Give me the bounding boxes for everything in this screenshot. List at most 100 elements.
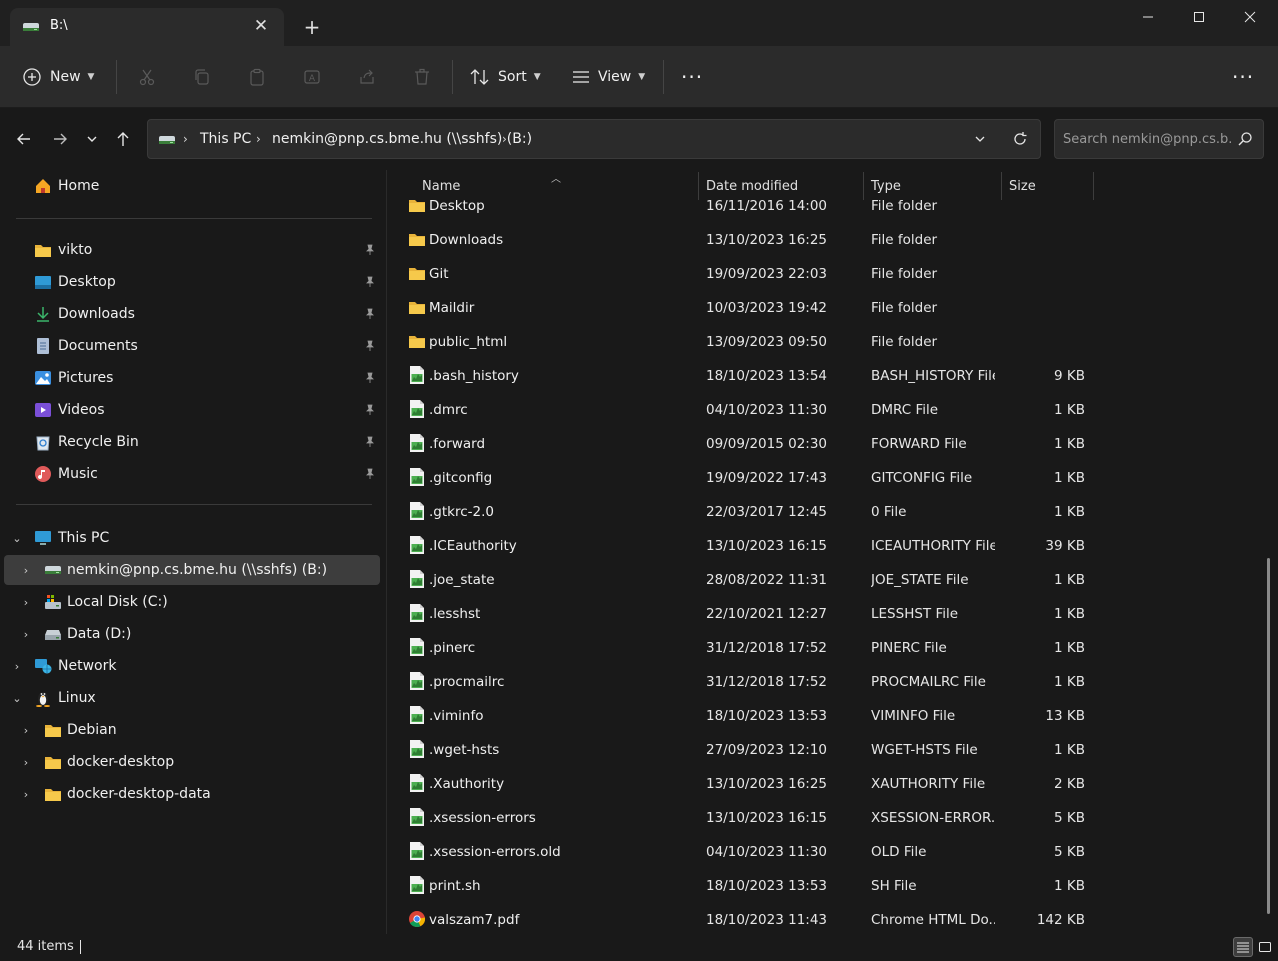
details-more-button[interactable]: ··· xyxy=(1232,46,1254,108)
file-size: 2 KB xyxy=(1054,776,1085,792)
details-view-button[interactable] xyxy=(1233,937,1253,957)
rename-button[interactable]: A xyxy=(300,65,324,89)
file-name: Maildir xyxy=(429,300,475,316)
sidebar-item-data-d[interactable]: › Data (D:) xyxy=(4,619,380,649)
breadcrumb-chevron-icon[interactable]: › xyxy=(502,120,507,158)
breadcrumb-chevron-icon[interactable]: › xyxy=(256,120,261,158)
file-name: .dmrc xyxy=(429,402,468,418)
delete-button[interactable] xyxy=(410,65,434,89)
sidebar-item-downloads[interactable]: Downloads xyxy=(4,299,380,329)
file-type: LESSHST File xyxy=(871,606,959,622)
sidebar-item-recycle-bin[interactable]: Recycle Bin xyxy=(4,427,380,457)
table-row[interactable]: Maildir 10/03/2023 19:42 File folder xyxy=(387,291,1257,325)
address-bar[interactable]: › This PC › nemkin@pnp.cs.bme.hu (\\sshf… xyxy=(147,119,1041,159)
table-row[interactable]: .xsession-errors 13/10/2023 16:15 XSESSION… xyxy=(387,801,1257,835)
table-row[interactable]: .Xauthority 13/10/2023 16:25 XAUTHORITY Fi… xyxy=(387,767,1257,801)
new-tab-button[interactable]: + xyxy=(300,15,324,39)
tiles-view-icon xyxy=(1259,942,1271,952)
sidebar-item-network[interactable]: › Network xyxy=(4,651,380,681)
table-row[interactable]: public_html 13/09/2023 09:50 File folder xyxy=(387,325,1257,359)
table-row[interactable]: .bash_history 18/10/2023 13:54 BASH_HISTOR… xyxy=(387,359,1257,393)
collapsed-chevron-icon[interactable]: › xyxy=(19,788,33,801)
table-row[interactable]: .ICEauthority 13/10/2023 16:15 ICEAUTHORIT… xyxy=(387,529,1257,563)
cut-button[interactable] xyxy=(135,65,159,89)
new-button[interactable]: New ▼ xyxy=(22,46,94,108)
sidebar-item-label: vikto xyxy=(58,242,93,258)
address-history-button[interactable] xyxy=(974,133,986,149)
file-icon xyxy=(407,807,427,827)
collapsed-chevron-icon[interactable]: › xyxy=(19,564,33,577)
share-button[interactable] xyxy=(355,65,379,89)
file-date: 18/10/2023 11:43 xyxy=(706,912,828,928)
tab-current[interactable]: B:\ ✕ xyxy=(10,8,284,46)
breadcrumb-this-pc[interactable]: This PC xyxy=(200,120,251,158)
sidebar-item-music[interactable]: Music xyxy=(4,459,380,489)
table-row[interactable]: .procmailrc 31/12/2018 17:52 PROCMAILRC Fi… xyxy=(387,665,1257,699)
back-button[interactable] xyxy=(12,127,36,151)
sidebar-item-local-disk-c[interactable]: › Local Disk (C:) xyxy=(4,587,380,617)
local-disk-icon xyxy=(44,593,62,611)
sort-button[interactable]: Sort ▼ xyxy=(470,46,541,108)
collapsed-chevron-icon[interactable]: › xyxy=(10,660,24,673)
recycle-bin-icon xyxy=(34,433,52,451)
table-row[interactable]: .dmrc 04/10/2023 11:30 DMRC File 1 KB xyxy=(387,393,1257,427)
sidebar-item-linux[interactable]: ⌄ Linux xyxy=(4,683,380,713)
search-input[interactable] xyxy=(1063,129,1233,149)
table-row[interactable]: .gitconfig 19/09/2022 17:43 GITCONFIG File… xyxy=(387,461,1257,495)
file-date: 10/03/2023 19:42 xyxy=(706,300,828,316)
table-row[interactable]: .lesshst 22/10/2021 12:27 LESSHST File 1 KB xyxy=(387,597,1257,631)
sidebar-item-label: Home xyxy=(58,178,100,194)
minimize-button[interactable] xyxy=(1122,0,1174,34)
sidebar-item-network-drive[interactable]: › nemkin@pnp.cs.bme.hu (\\sshfs) (B:) xyxy=(4,555,380,585)
file-name: .procmailrc xyxy=(429,674,505,690)
table-row[interactable]: .gtkrc-2.0 22/03/2017 12:45 0 File 1 KB xyxy=(387,495,1257,529)
sidebar-item-vikto[interactable]: vikto xyxy=(4,235,380,265)
sidebar-item-this-pc[interactable]: ⌄ This PC xyxy=(4,523,380,553)
table-row[interactable]: Desktop 16/11/2016 14:00 File folder xyxy=(387,189,1257,223)
sidebar-item-documents[interactable]: Documents xyxy=(4,331,380,361)
table-row[interactable]: .viminfo 18/10/2023 13:53 VIMINFO File 13 K… xyxy=(387,699,1257,733)
sidebar-item-docker-desktop-data[interactable]: › docker-desktop-data xyxy=(4,779,380,809)
collapsed-chevron-icon[interactable]: › xyxy=(19,628,33,641)
refresh-button[interactable] xyxy=(1012,131,1028,151)
sidebar-item-pictures[interactable]: Pictures xyxy=(4,363,380,393)
paste-button[interactable] xyxy=(245,65,269,89)
collapsed-chevron-icon[interactable]: › xyxy=(19,756,33,769)
collapsed-chevron-icon[interactable]: › xyxy=(19,596,33,609)
forward-button[interactable] xyxy=(48,127,72,151)
sidebar-item-docker-desktop[interactable]: › docker-desktop xyxy=(4,747,380,777)
view-button[interactable]: View ▼ xyxy=(572,46,645,108)
pictures-icon xyxy=(34,369,52,387)
table-row[interactable]: Git 19/09/2023 22:03 File folder xyxy=(387,257,1257,291)
expanded-chevron-icon[interactable]: ⌄ xyxy=(10,532,24,545)
search-box[interactable] xyxy=(1054,119,1264,159)
maximize-button[interactable] xyxy=(1173,0,1225,34)
scrollbar-thumb[interactable] xyxy=(1267,558,1270,914)
up-button[interactable] xyxy=(111,127,135,151)
copy-button[interactable] xyxy=(190,65,214,89)
table-row[interactable]: valszam7.pdf 18/10/2023 11:43 Chrome HTML … xyxy=(387,903,1257,937)
table-row[interactable]: .xsession-errors.old 04/10/2023 11:30 OLD … xyxy=(387,835,1257,869)
expanded-chevron-icon[interactable]: ⌄ xyxy=(10,692,24,705)
tab-close-button[interactable]: ✕ xyxy=(250,14,272,38)
pin-icon xyxy=(364,404,376,420)
sidebar-item-videos[interactable]: Videos xyxy=(4,395,380,425)
table-row[interactable]: print.sh 18/10/2023 13:53 SH File 1 KB xyxy=(387,869,1257,903)
table-row[interactable]: .pinerc 31/12/2018 17:52 PINERC File 1 KB xyxy=(387,631,1257,665)
tiles-view-button[interactable] xyxy=(1255,937,1275,957)
recent-locations-button[interactable] xyxy=(80,127,104,151)
see-more-button[interactable]: ··· xyxy=(681,46,703,108)
table-row[interactable]: .forward 09/09/2015 02:30 FORWARD File 1 KB xyxy=(387,427,1257,461)
collapsed-chevron-icon[interactable]: › xyxy=(19,724,33,737)
close-window-button[interactable] xyxy=(1224,0,1276,34)
share-icon xyxy=(360,69,374,84)
table-row[interactable]: Downloads 13/10/2023 16:25 File folder xyxy=(387,223,1257,257)
table-row[interactable]: .wget-hsts 27/09/2023 12:10 WGET-HSTS File… xyxy=(387,733,1257,767)
sidebar-item-home[interactable]: Home xyxy=(4,171,380,201)
sidebar-item-desktop[interactable]: Desktop xyxy=(4,267,380,297)
file-type: File folder xyxy=(871,232,938,248)
sidebar-item-debian[interactable]: › Debian xyxy=(4,715,380,745)
table-row[interactable]: .joe_state 28/08/2022 11:31 JOE_STATE File… xyxy=(387,563,1257,597)
breadcrumb-drive[interactable]: nemkin@pnp.cs.bme.hu (\\sshfs) (B:) xyxy=(272,120,532,158)
breadcrumb-chevron-icon[interactable]: › xyxy=(183,120,188,158)
